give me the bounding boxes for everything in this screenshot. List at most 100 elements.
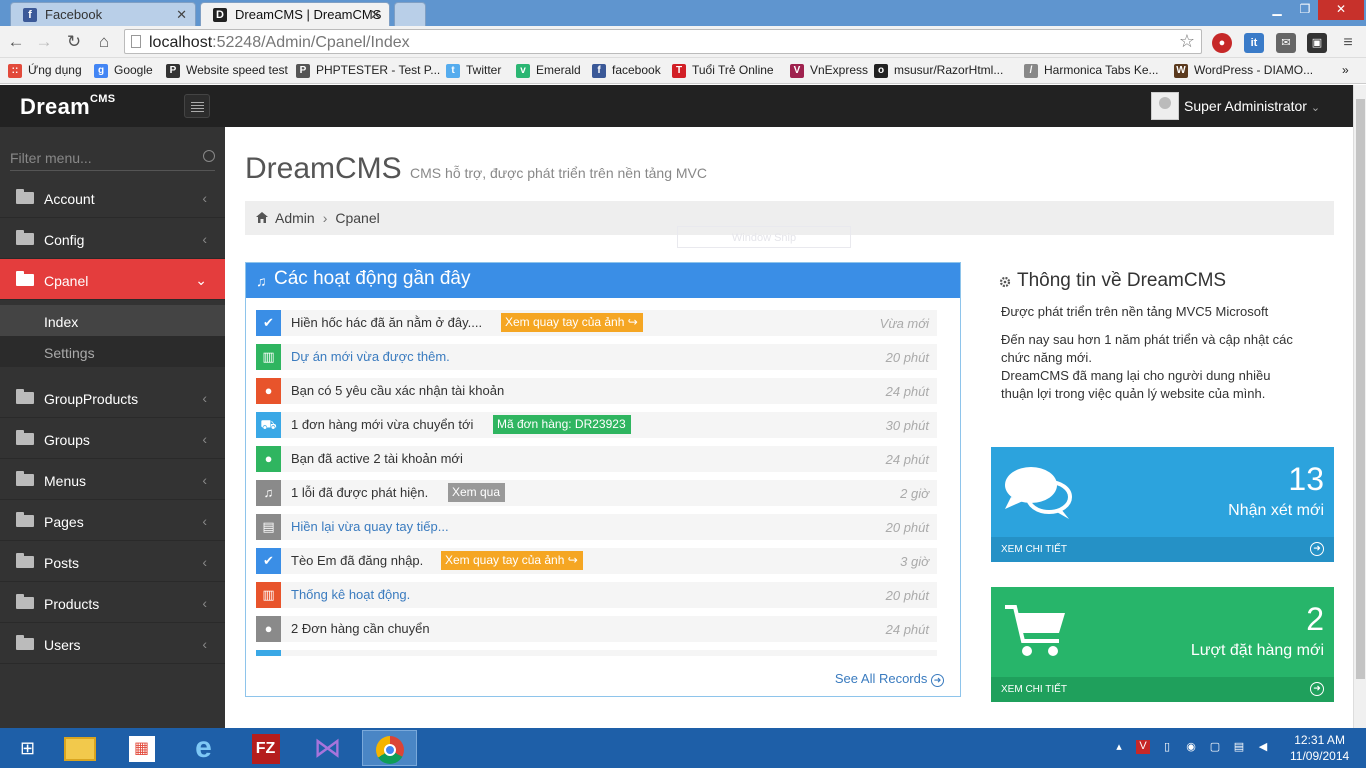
comments-detail-link[interactable]: XEM CHI TIẾT ➜ [991,537,1334,562]
bookmark-item[interactable]: V VnExpress [790,63,868,78]
activity-row[interactable] [256,650,937,656]
network-icon[interactable]: ▤ [1232,740,1246,754]
volume-icon[interactable]: ◀ [1256,740,1270,754]
extension-icon[interactable]: ▣ [1307,33,1327,53]
activity-row[interactable]: ⛟ 1 đơn hàng mới vừa chuyển tới Mã đơn hàn… [256,412,937,438]
sidebar-item-users[interactable]: Users ‹ [0,623,225,664]
activity-row[interactable]: ✔ Tèo Em đã đăng nhập. Xem quay tay của ản… [256,548,937,574]
activity-text[interactable]: Thống kê hoạt động. [291,587,410,602]
tab-dreamcms[interactable]: D DreamCMS | DreamCMS ✕ [200,2,390,26]
facebook-icon: f [23,8,37,22]
user-icon: ● [256,616,281,642]
menu-icon[interactable]: ≡ [1338,33,1358,53]
forward-icon[interactable]: → [34,32,54,52]
scrollbar-thumb[interactable] [1356,99,1365,679]
sidebar-item-menus[interactable]: Menus ‹ [0,459,225,500]
sidebar-item-groupproducts[interactable]: GroupProducts ‹ [0,377,225,418]
sidebar-subitem-settings[interactable]: Settings [0,336,225,367]
activity-row[interactable]: ♫ 1 lỗi đã được phát hiện. Xem qua 2 giờ [256,480,937,506]
bookmark-item[interactable]: t Twitter [446,63,501,78]
clock-date: 11/09/2014 [1290,749,1350,763]
tray-app-icon[interactable]: V [1136,740,1150,754]
star-icon[interactable]: ☆ [1179,31,1195,52]
window-snip-overlay: Window Snip [677,226,851,248]
show-hidden-icons-icon[interactable]: ▴ [1112,740,1126,754]
menu-toggle-button[interactable] [184,94,210,118]
sidebar-item-cpanel[interactable]: Cpanel ⌄ [0,259,225,300]
bookmark-item[interactable]: o msusur/RazorHtml... [874,63,1003,78]
adblock-icon[interactable]: ● [1212,33,1232,53]
orders-count: 2 [1306,601,1324,637]
activity-row[interactable]: ● 2 Đơn hàng cần chuyển 24 phút [256,616,937,642]
file-explorer-icon[interactable] [52,730,107,766]
tray-icon[interactable]: ▯ [1160,740,1174,754]
tab-title: DreamCMS | DreamCMS [235,7,382,22]
home-icon[interactable]: ⌂ [94,32,114,52]
visual-studio-icon[interactable]: ⋈ [300,730,355,766]
bookmark-item[interactable]: f facebook [592,63,661,78]
more-bookmarks-icon[interactable]: » [1342,63,1349,77]
windows-start-icon[interactable]: ⊞ [0,730,55,766]
logo[interactable]: DreamCMS [20,93,115,120]
close-icon[interactable]: ✕ [176,7,187,23]
folder-icon [16,635,34,650]
bookmark-item[interactable]: P Website speed test [166,63,288,78]
activity-text[interactable]: Dự án mới vừa được thêm. [291,349,450,364]
back-icon[interactable]: ← [6,32,26,52]
close-icon[interactable]: ✕ [370,7,381,23]
page-scrollbar[interactable] [1353,85,1366,728]
activity-row[interactable]: ✔ Hiền hốc hác đã ăn nằm ở đây.... Xem qua… [256,310,937,336]
sidebar-item-account[interactable]: Account ‹ [0,177,225,218]
activity-row[interactable]: ● Bạn đã active 2 tài khoản mới 24 phút [256,446,937,472]
bookmark-item[interactable]: v Emerald [516,63,581,78]
bookmark-item[interactable]: g Google [94,63,153,78]
sidebar-item-pages[interactable]: Pages ‹ [0,500,225,541]
address-bar[interactable]: localhost:52248/Admin/Cpanel/Index ☆ [124,29,1202,54]
user-menu[interactable]: Super Administrator ⌄ [1184,98,1320,114]
new-tab-button[interactable] [394,2,426,26]
activity-tag[interactable]: Xem quay tay của ảnh ↪ [441,551,583,570]
tab-facebook[interactable]: f Facebook ✕ [10,2,196,26]
chrome-icon[interactable] [362,730,417,766]
extension-it-icon[interactable]: it [1244,33,1264,53]
system-clock[interactable]: 12:31 AM 11/09/2014 [1290,732,1349,764]
activity-tag[interactable]: Xem quay tay của ảnh ↪ [501,313,643,332]
sidebar-item-config[interactable]: Config ‹ [0,218,225,259]
bookmark-item[interactable]: W WordPress - DIAMO... [1174,63,1314,78]
mail-icon[interactable]: ✉ [1276,33,1296,53]
chevron-down-icon: ⌄ [1310,102,1321,114]
network-share-icon[interactable]: ◉ [1184,740,1198,754]
reload-icon[interactable]: ↻ [64,32,84,52]
avatar[interactable] [1151,92,1179,120]
filezilla-icon[interactable]: FZ [238,730,293,766]
bookmark-item[interactable]: P PHPTESTER - Test P... [296,63,440,78]
bookmark-item[interactable]: / Harmonica Tabs Ke... [1024,63,1159,78]
sidebar-item-groups[interactable]: Groups ‹ [0,418,225,459]
activity-title: Các hoạt động gần đây [274,268,471,289]
activity-row[interactable]: ▤ Hiền lại vừa quay tay tiếp... 20 phút [256,514,937,540]
sidebar-subitem-index[interactable]: Index [0,305,225,336]
tray-chat-icon[interactable]: ▢ [1208,740,1222,754]
orders-detail-link[interactable]: XEM CHI TIẾT ➜ [991,677,1334,702]
filter-menu-input[interactable]: Filter menu... [10,147,215,171]
restore-icon[interactable]: ❐ [1290,0,1320,20]
activity-row[interactable]: ▥ Thống kê hoạt động. 20 phút [256,582,937,608]
sidebar-item-products[interactable]: Products ‹ [0,582,225,623]
bookmark-item[interactable]: :: Ứng dụng [8,63,82,78]
sidebar-item-posts[interactable]: Posts ‹ [0,541,225,582]
activity-tag[interactable]: Xem qua [448,483,506,502]
bookmark-label: WordPress - DIAMO... [1194,63,1314,77]
store-icon[interactable]: ▦ [114,730,169,766]
bookmark-label: Website speed test [186,63,288,77]
activity-tag[interactable]: Mã đơn hàng: DR23923 [493,415,631,434]
activity-row[interactable]: ▥ Dự án mới vừa được thêm. 20 phút [256,344,937,370]
minimize-icon[interactable]: ▁ [1262,0,1292,20]
window-close-icon[interactable]: ✕ [1318,0,1364,20]
breadcrumb-admin[interactable]: Admin [275,210,315,226]
bookmark-item[interactable]: T Tuổi Trẻ Online [672,63,774,78]
user-icon: ● [256,378,281,404]
see-all-records-link[interactable]: See All Records ➜ [835,671,944,687]
activity-row[interactable]: ● Bạn có 5 yêu cầu xác nhận tài khoản 24 p… [256,378,937,404]
activity-text[interactable]: Hiền lại vừa quay tay tiếp... [291,519,449,534]
internet-explorer-icon[interactable]: e [176,730,231,766]
